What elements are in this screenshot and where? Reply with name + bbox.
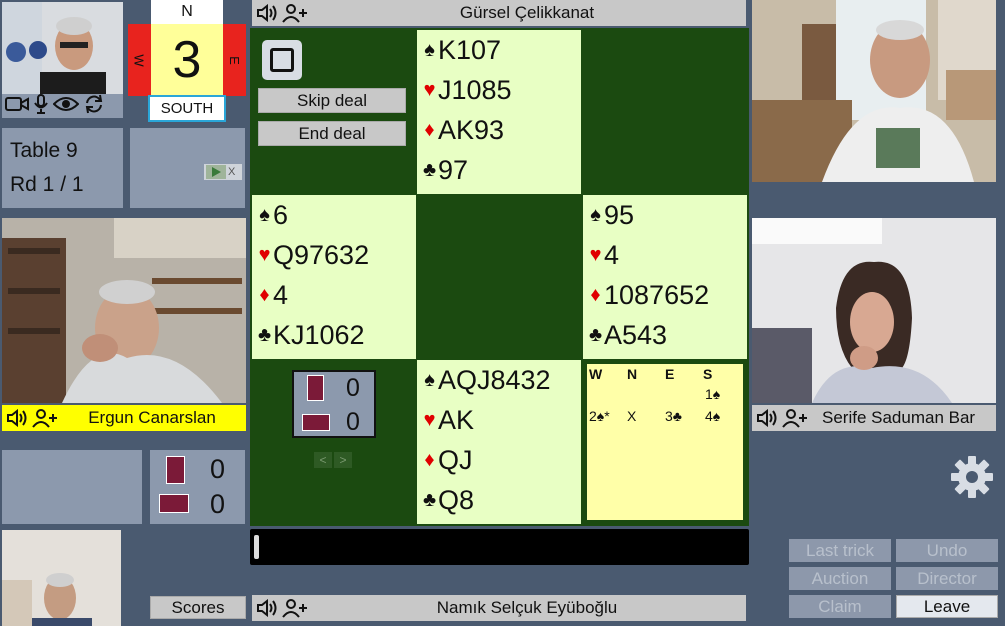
compass: N W 3 E SOUTH [128, 0, 246, 122]
chevron-left-icon[interactable]: < [314, 452, 332, 468]
east-clubs[interactable]: ♣ A543 [587, 315, 747, 355]
south-namebar: Namık Selçuk Eyüboğlu [252, 595, 746, 621]
select-checkbox[interactable] [262, 40, 302, 80]
east-hearts[interactable]: ♥ 4 [587, 235, 747, 275]
refresh-icon[interactable] [83, 94, 105, 119]
north-namebar: Gürsel Çelikkanat [252, 0, 746, 26]
south-player-name: Namık Selçuk Eyüboğlu [436, 598, 618, 617]
north-video [752, 0, 996, 182]
south-hand: ♠ AQJ8432 ♥ AK ♦ QJ ♣ Q8 [417, 360, 581, 524]
north-player-name: Gürsel Çelikkanat [459, 3, 595, 22]
east-hand: ♠ 95 ♥ 4 ♦ 1087652 ♣ A543 [583, 195, 747, 359]
auction-button[interactable]: Auction [789, 567, 891, 590]
camera-icon[interactable] [5, 95, 29, 118]
gear-icon[interactable] [950, 455, 994, 499]
round-info: Rd 1 / 1 [10, 173, 84, 196]
north-hearts[interactable]: ♥ J1085 [421, 70, 581, 110]
claim-button[interactable]: Claim [789, 595, 891, 618]
south-spades[interactable]: ♠ AQJ8432 [421, 360, 581, 400]
add-user-icon[interactable] [282, 598, 308, 618]
end-deal-button[interactable]: End deal [258, 121, 406, 146]
west-spades[interactable]: ♠ 6 [256, 195, 416, 235]
undo-button[interactable]: Undo [896, 539, 998, 562]
self-video [2, 2, 123, 94]
compass-east: E [223, 24, 246, 96]
director-button[interactable]: Director [896, 567, 998, 590]
bidding-box: W N E S 1♠ 2♠* X 3♣ 4♠ [585, 362, 745, 522]
ns-tricks: 0 [210, 454, 226, 484]
east-diamonds[interactable]: ♦ 1087652 [587, 275, 747, 315]
trick-nav: < > [314, 452, 354, 468]
north-clubs[interactable]: ♣ 97 [421, 150, 581, 190]
east-spades[interactable]: ♠ 95 [587, 195, 747, 235]
speaker-icon[interactable] [256, 599, 278, 617]
center-tricks: 0 0 [292, 370, 376, 438]
leave-button[interactable]: Leave [896, 595, 998, 618]
west-clubs[interactable]: ♣ KJ1062 [256, 315, 416, 355]
chat-cursor [254, 535, 259, 559]
center-ew-tricks: 0 [346, 408, 360, 436]
west-namebar: Ergun Canarslan [2, 405, 246, 431]
close-icon[interactable]: X [228, 166, 235, 178]
tricks-panel: 0 0 [150, 450, 245, 524]
bid-south-1: 1♠ [705, 386, 721, 402]
bid-east-2: 3♣ [665, 408, 682, 424]
eye-icon[interactable] [52, 95, 80, 118]
west-hearts[interactable]: ♥ Q97632 [256, 235, 416, 275]
speaker-icon[interactable] [6, 409, 28, 427]
compass-south: SOUTH [148, 95, 226, 122]
east-player-name: Serife Saduman Bar [822, 408, 976, 427]
add-user-icon[interactable] [282, 3, 308, 23]
center-ns-tricks: 0 [346, 374, 360, 402]
south-clubs[interactable]: ♣ Q8 [421, 480, 581, 520]
ns-trick-icon [166, 456, 185, 484]
table-info: Table 9 Rd 1 / 1 [2, 128, 123, 208]
bid-header-w: W [589, 366, 603, 382]
ew-trick-icon [302, 414, 330, 431]
south-diamonds[interactable]: ♦ QJ [421, 440, 581, 480]
east-video [752, 218, 996, 403]
self-controls [2, 93, 123, 119]
bid-south-2: 4♠ [705, 408, 721, 424]
add-user-icon[interactable] [32, 408, 58, 428]
bid-header-n: N [627, 366, 638, 382]
scores-button[interactable]: Scores [150, 596, 246, 619]
chat-input[interactable] [250, 529, 749, 565]
ad-panel: X [130, 128, 245, 208]
speaker-icon[interactable] [756, 409, 778, 427]
north-diamonds[interactable]: ♦ AK93 [421, 110, 581, 150]
add-user-icon[interactable] [782, 408, 808, 428]
west-video [2, 218, 246, 403]
table-name: Table 9 [10, 139, 78, 162]
bid-west-2: 2♠* [589, 408, 610, 424]
left-empty-panel [2, 450, 142, 524]
last-trick-button[interactable]: Last trick [789, 539, 891, 562]
bid-header-e: E [665, 366, 675, 382]
ew-tricks: 0 [210, 489, 226, 519]
board-number: 3 [151, 24, 223, 96]
north-hand: ♠ K107 ♥ J1085 ♦ AK93 ♣ 97 [417, 30, 581, 194]
west-hand: ♠ 6 ♥ Q97632 ♦ 4 ♣ KJ1062 [252, 195, 416, 359]
chevron-right-icon[interactable]: > [334, 452, 352, 468]
ns-trick-icon [307, 375, 324, 401]
microphone-icon[interactable] [33, 93, 49, 119]
skip-deal-button[interactable]: Skip deal [258, 88, 406, 113]
east-namebar: Serife Saduman Bar [752, 405, 996, 431]
bid-north-2: X [627, 408, 637, 424]
west-diamonds[interactable]: ♦ 4 [256, 275, 416, 315]
play-icon[interactable] [206, 165, 226, 179]
card-table: Skip deal End deal ♠ K107 ♥ J1085 ♦ AK93 ♣ 9… [250, 28, 749, 526]
north-spades[interactable]: ♠ K107 [421, 30, 581, 70]
compass-west: W [128, 24, 151, 96]
southwest-video [2, 530, 121, 626]
compass-north: N [151, 0, 223, 24]
speaker-icon[interactable] [256, 4, 278, 22]
ew-trick-icon [159, 494, 189, 513]
ad-controls[interactable]: X [204, 164, 242, 180]
south-hearts[interactable]: ♥ AK [421, 400, 581, 440]
bid-header-s: S [703, 366, 713, 382]
deal-controls: Skip deal End deal [252, 30, 416, 194]
west-player-name: Ergun Canarslan [88, 408, 216, 427]
